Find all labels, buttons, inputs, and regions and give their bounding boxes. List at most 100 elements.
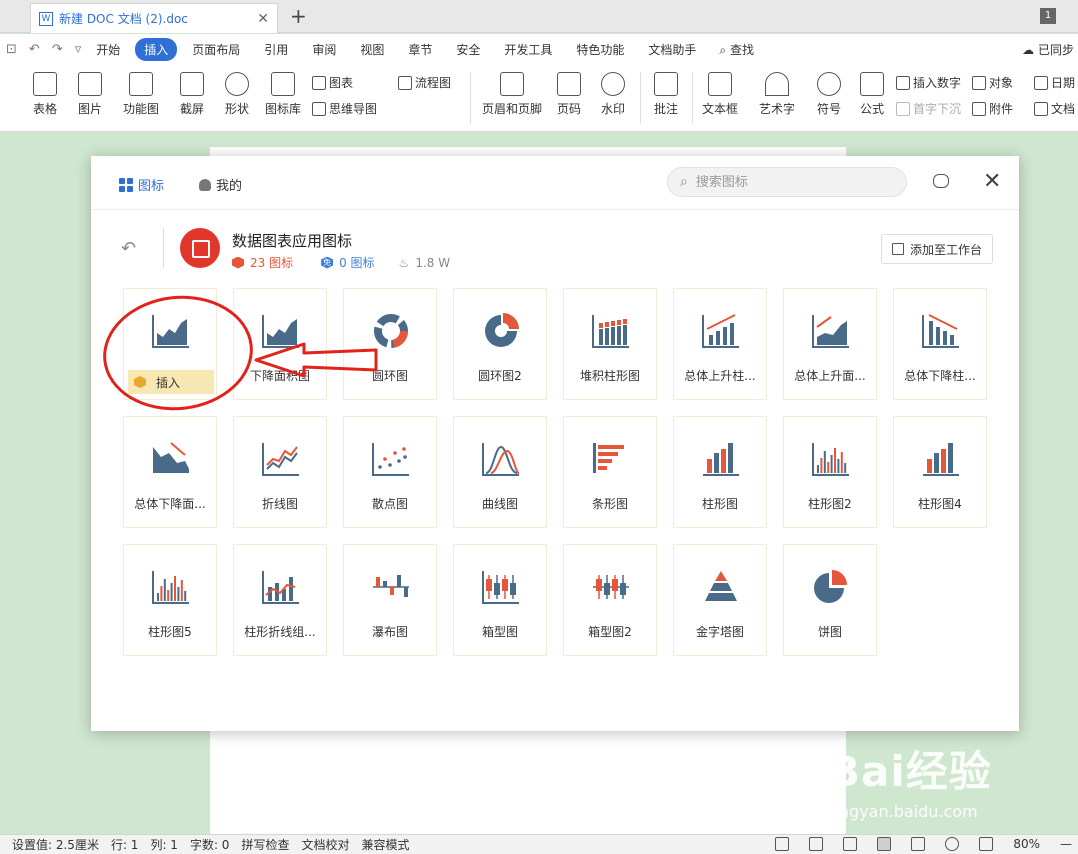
screenshot-button[interactable]: 截屏 bbox=[173, 72, 211, 117]
icon-card[interactable]: 折线图 bbox=[233, 416, 327, 528]
date-button[interactable]: 日期 bbox=[1034, 74, 1075, 91]
word-art-button[interactable]: 艺术字 bbox=[754, 72, 800, 117]
menu-doc-assistant[interactable]: 文档助手 bbox=[639, 38, 705, 61]
icon-card[interactable]: 散点图 bbox=[343, 416, 437, 528]
icon-card-label: 总体下降面... bbox=[134, 497, 206, 511]
tab-mine[interactable]: 我的 bbox=[199, 175, 242, 194]
menu-page-layout[interactable]: 页面布局 bbox=[183, 38, 249, 61]
icon-card[interactable]: 总体上升面... bbox=[783, 288, 877, 400]
icon-card-label: 柱形图 bbox=[701, 497, 738, 511]
icon-card[interactable]: 总体下降面... bbox=[123, 416, 217, 528]
menu-start[interactable]: 开始 bbox=[87, 38, 129, 61]
menu-review[interactable]: 审阅 bbox=[303, 38, 345, 61]
menu-insert[interactable]: 插入 bbox=[135, 37, 178, 61]
header-footer-button[interactable]: 页眉和页脚 bbox=[480, 72, 544, 117]
close-tab-icon[interactable]: ✕ bbox=[257, 11, 269, 27]
quick-access-toolbar: ⊡ ↶ ↷ ▿ bbox=[0, 42, 81, 57]
status-spell-check[interactable]: 拼写检查 bbox=[241, 836, 289, 853]
watermark-button[interactable]: 水印 bbox=[596, 72, 630, 117]
pack-logo bbox=[180, 228, 220, 268]
icon-search-input[interactable] bbox=[695, 174, 876, 190]
icon-card[interactable]: 饼图 bbox=[783, 544, 877, 656]
menu-security[interactable]: 安全 bbox=[447, 38, 489, 61]
icon-card[interactable]: 柱形图5 bbox=[123, 544, 217, 656]
page-view-icon[interactable] bbox=[877, 837, 892, 851]
redo-icon[interactable]: ↷ bbox=[52, 42, 63, 57]
mind-map-button[interactable]: 思维导图 bbox=[312, 100, 377, 117]
drop-cap-button[interactable]: 首字下沉 bbox=[896, 100, 961, 117]
icon-card[interactable]: 箱型图 bbox=[453, 544, 547, 656]
icon-card[interactable]: 柱形图4 bbox=[893, 416, 987, 528]
status-word-count[interactable]: 字数: 0 bbox=[190, 836, 230, 853]
feedback-chat-icon[interactable] bbox=[933, 174, 949, 188]
menu-developer[interactable]: 开发工具 bbox=[495, 38, 561, 61]
print-preview-icon[interactable]: ⊡ bbox=[6, 42, 17, 57]
icon-card[interactable]: 曲线图 bbox=[453, 416, 547, 528]
icon-library-button[interactable]: 图标库 bbox=[262, 72, 304, 117]
picture-button[interactable]: 图片 bbox=[72, 72, 108, 117]
close-dialog-icon[interactable]: ✕ bbox=[983, 169, 1001, 194]
menu-features[interactable]: 特色功能 bbox=[567, 38, 633, 61]
eye-protection-icon[interactable] bbox=[979, 837, 994, 851]
comment-label: 批注 bbox=[653, 102, 678, 116]
window-count-badge[interactable]: 1 bbox=[1040, 8, 1056, 24]
write-mode-icon[interactable] bbox=[843, 837, 858, 851]
document-parts-button[interactable]: 文档 bbox=[1034, 100, 1075, 117]
add-to-workspace-button[interactable]: 添加至工作台 bbox=[881, 234, 993, 264]
icon-card[interactable]: 柱形图2 bbox=[783, 416, 877, 528]
page-number-label: 页码 bbox=[556, 102, 581, 116]
chart-button[interactable]: 图表 bbox=[312, 74, 353, 91]
icon-card[interactable]: 堆积柱形图 bbox=[563, 288, 657, 400]
icon-card[interactable]: 柱形折线组... bbox=[233, 544, 327, 656]
menu-view[interactable]: 视图 bbox=[351, 38, 393, 61]
menu-search-button[interactable]: ⌕ 查找 bbox=[719, 41, 754, 58]
customize-toolbar-icon[interactable]: ▿ bbox=[75, 42, 82, 57]
shapes-button[interactable]: 形状 bbox=[219, 72, 255, 117]
new-tab-button[interactable]: + bbox=[290, 4, 307, 28]
equation-button[interactable]: 公式 bbox=[856, 72, 888, 117]
ribbon-divider bbox=[470, 72, 471, 124]
search-icon: ⌕ bbox=[680, 174, 688, 190]
insert-number-button[interactable]: 插入数字 bbox=[896, 74, 961, 91]
icon-card[interactable]: 瀑布图 bbox=[343, 544, 437, 656]
icon-card[interactable]: 条形图 bbox=[563, 416, 657, 528]
table-button[interactable]: 表格 bbox=[26, 72, 64, 117]
icon-card[interactable]: 金字塔图 bbox=[673, 544, 767, 656]
undo-icon[interactable]: ↶ bbox=[29, 42, 40, 57]
comment-button[interactable]: 批注 bbox=[650, 72, 682, 117]
symbol-button[interactable]: 符号 bbox=[812, 72, 846, 117]
icon-search-box[interactable]: ⌕ bbox=[667, 167, 907, 197]
icon-card[interactable]: 柱形图 bbox=[673, 416, 767, 528]
object-button[interactable]: 对象 bbox=[972, 74, 1013, 91]
status-compat-mode: 兼容模式 bbox=[361, 838, 410, 852]
flowchart-button[interactable]: 流程图 bbox=[398, 74, 451, 91]
icon-card[interactable]: 箱型图2 bbox=[563, 544, 657, 656]
baidu-watermark: Bai经验 jingyan.baidu.com bbox=[828, 738, 1068, 828]
status-setting-value[interactable]: 设置值: 2.5厘米 bbox=[12, 836, 99, 853]
tab-icons[interactable]: 图标 bbox=[119, 175, 164, 194]
page-number-button[interactable]: 页码 bbox=[552, 72, 586, 117]
outline-view-icon[interactable] bbox=[911, 837, 926, 851]
icon-card[interactable]: 总体上升柱... bbox=[673, 288, 767, 400]
menu-chapter[interactable]: 章节 bbox=[399, 38, 441, 61]
icon-card[interactable]: 圆环图2 bbox=[453, 288, 547, 400]
status-proofread[interactable]: 文档校对 bbox=[301, 836, 349, 853]
back-arrow-icon[interactable]: ↶ bbox=[121, 238, 136, 259]
calendar-icon bbox=[1034, 75, 1048, 90]
zoom-level[interactable]: 80% bbox=[1013, 837, 1040, 851]
box-plot-icon bbox=[482, 571, 519, 604]
zoom-out-button[interactable]: — bbox=[1060, 837, 1072, 851]
icon-card[interactable]: 总体下降柱... bbox=[893, 288, 987, 400]
fullscreen-icon[interactable] bbox=[775, 837, 790, 851]
menu-references[interactable]: 引用 bbox=[255, 38, 297, 61]
table-icon bbox=[33, 72, 57, 96]
sync-status[interactable]: ☁ 已同步 bbox=[1022, 41, 1074, 58]
pyramid-icon bbox=[705, 571, 737, 601]
document-tab[interactable]: W 新建 DOC 文档 (2).doc ✕ bbox=[30, 3, 278, 33]
attachment-button[interactable]: 附件 bbox=[972, 100, 1013, 117]
function-chart-button[interactable]: 功能图 bbox=[118, 72, 164, 117]
text-box-button[interactable]: 文本框 bbox=[698, 72, 742, 117]
reading-mode-icon[interactable] bbox=[809, 837, 824, 851]
column-chart-icon bbox=[703, 443, 739, 476]
web-view-icon[interactable] bbox=[945, 837, 960, 851]
